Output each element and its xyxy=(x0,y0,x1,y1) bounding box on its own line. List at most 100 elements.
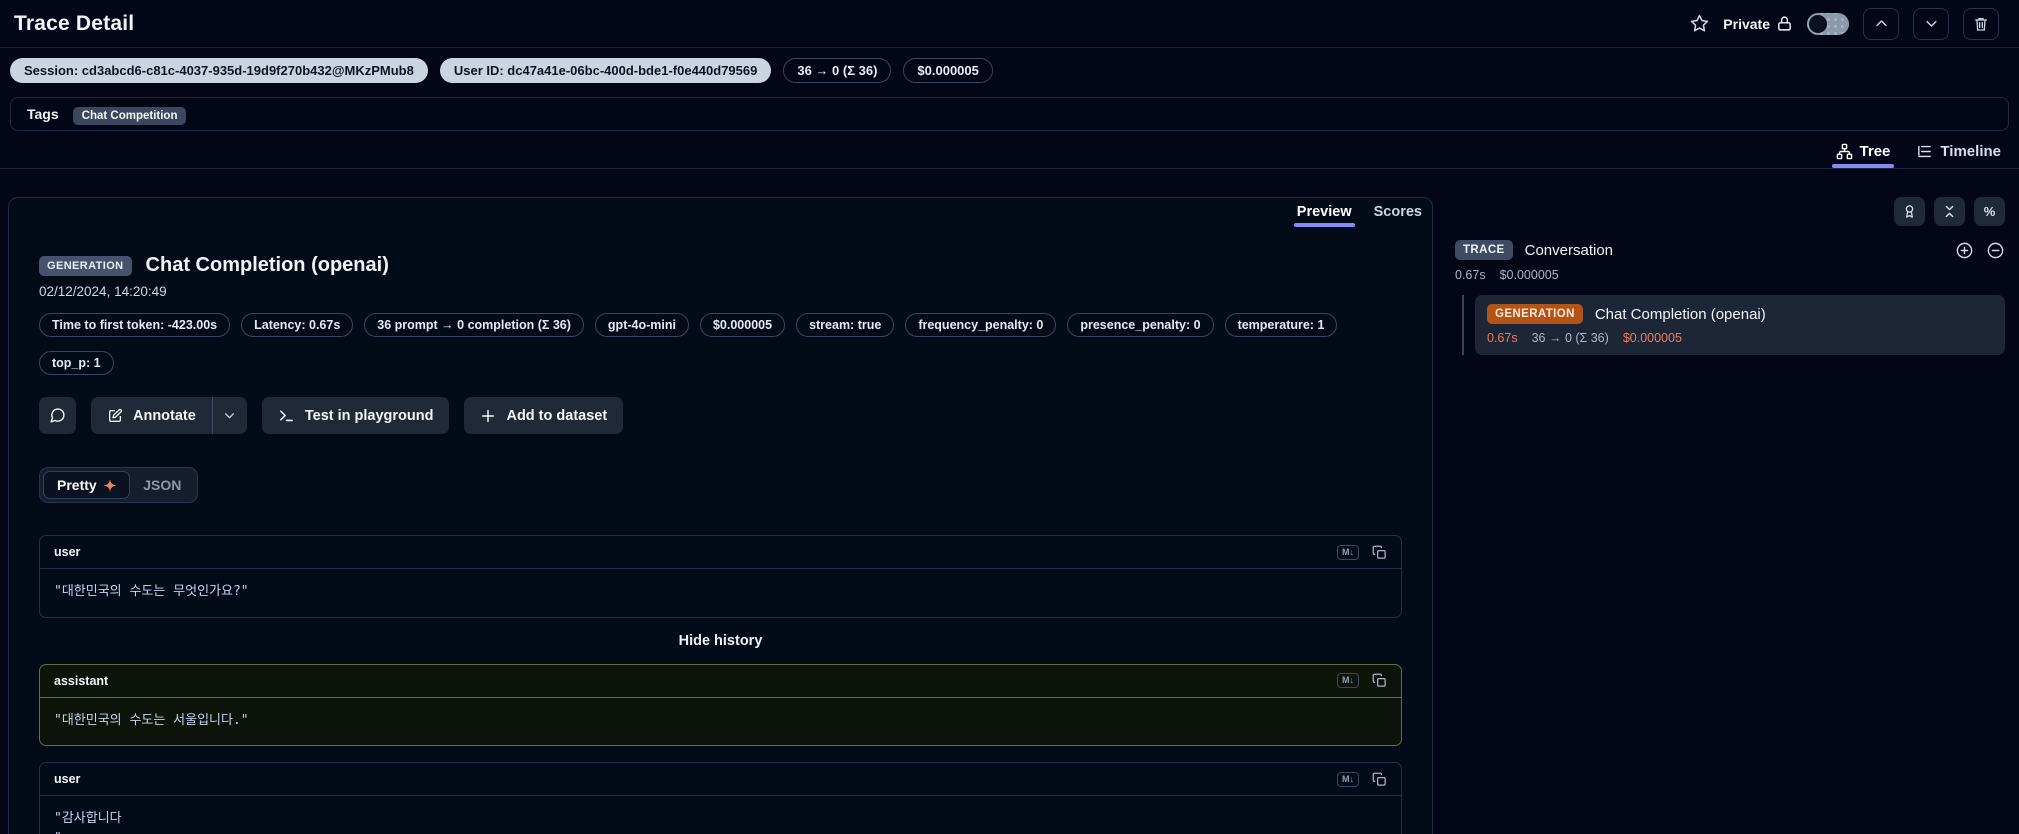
cost-badge: $0.000005 xyxy=(903,58,993,83)
chevron-down-icon xyxy=(223,409,236,422)
observation-body: GENERATION Chat Completion (openai) 02/1… xyxy=(9,198,1432,834)
chevron-down-icon xyxy=(1924,16,1939,31)
previous-trace-button[interactable] xyxy=(1863,7,1899,40)
terminal-icon xyxy=(278,407,295,424)
timeline-icon xyxy=(1916,143,1933,160)
privacy-toggle[interactable] xyxy=(1807,12,1849,35)
observation-timestamp: 02/12/2024, 14:20:49 xyxy=(39,284,167,299)
message-user-2: user M↓ "감사합니다 " xyxy=(39,762,1402,834)
tab-tree[interactable]: Tree xyxy=(1831,143,1895,168)
format-pretty-button[interactable]: Pretty ✦ xyxy=(43,471,131,499)
markdown-toggle-icon[interactable]: M↓ xyxy=(1337,771,1359,787)
session-badge[interactable]: Session: cd3abcd6-c81c-4037-935d-19d9f27… xyxy=(10,58,428,83)
format-json-button[interactable]: JSON xyxy=(130,472,194,498)
message-role: user xyxy=(54,772,81,786)
trash-icon xyxy=(1973,16,1989,32)
trace-metrics: 0.67s $0.000005 xyxy=(1455,268,2005,282)
copy-icon[interactable] xyxy=(1372,772,1387,787)
annotate-dropdown-button[interactable] xyxy=(213,397,247,434)
tab-timeline-label: Timeline xyxy=(1940,143,2001,160)
format-pretty-label: Pretty xyxy=(57,477,97,493)
node-latency: 0.67s xyxy=(1487,331,1518,345)
tab-timeline[interactable]: Timeline xyxy=(1916,143,2001,168)
observation-title-row: GENERATION Chat Completion (openai) xyxy=(39,254,1410,277)
generation-node[interactable]: GENERATION Chat Completion (openai) 0.67… xyxy=(1475,295,2005,355)
user-id-badge[interactable]: User ID: dc47a41e-06bc-400d-bde1-f0e440d… xyxy=(439,58,772,83)
collapse-all-button[interactable] xyxy=(1934,197,1965,226)
tree-guide-line xyxy=(1462,295,1464,355)
message-role: user xyxy=(54,545,81,559)
tree-toolbar: % xyxy=(1455,197,2005,226)
star-icon xyxy=(1690,14,1709,33)
scores-award-button[interactable] xyxy=(1894,197,1925,226)
message-assistant: assistant M↓ "대한민국의 수도는 서울입니다." xyxy=(39,663,1402,746)
markdown-toggle-icon[interactable]: M↓ xyxy=(1337,544,1359,560)
generation-node-metrics: 0.67s 36 → 0 (Σ 36) $0.000005 xyxy=(1487,331,1993,345)
test-in-playground-label: Test in playground xyxy=(304,407,434,424)
generation-type-badge: GENERATION xyxy=(39,255,132,276)
annotate-button[interactable]: Annotate xyxy=(91,397,212,434)
copy-icon[interactable] xyxy=(1372,545,1387,560)
metric-pill: presence_penalty: 0 xyxy=(1067,313,1214,337)
expand-all-button[interactable] xyxy=(1955,241,1974,260)
tab-preview[interactable]: Preview xyxy=(1293,204,1355,227)
observation-title: Chat Completion (openai) xyxy=(145,254,389,276)
markdown-toggle-icon[interactable]: M↓ xyxy=(1337,673,1359,688)
metric-pill: frequency_penalty: 0 xyxy=(905,313,1057,337)
trace-cost: $0.000005 xyxy=(1499,268,1559,282)
delete-trace-button[interactable] xyxy=(1963,7,1999,40)
message-header: user M↓ xyxy=(40,536,1401,569)
collapse-tree-button[interactable] xyxy=(1986,241,2005,260)
collapse-vertical-icon xyxy=(1942,204,1957,219)
toggle-metrics-button[interactable]: % xyxy=(1974,197,2005,226)
annotate-split-button: Annotate xyxy=(91,397,247,434)
observation-card: Preview Scores GENERATION Chat Completio… xyxy=(8,197,1433,834)
main-area: Preview Scores GENERATION Chat Completio… xyxy=(0,197,2019,834)
metric-pill: Time to first token: -423.00s xyxy=(39,313,231,337)
trace-latency: 0.67s xyxy=(1455,268,1486,282)
bookmark-star-button[interactable] xyxy=(1690,14,1709,33)
view-tabs: Tree Timeline xyxy=(0,131,2019,169)
privacy-label: Private xyxy=(1723,15,1770,32)
metric-pills-row-1: Time to first token: -423.00s Latency: 0.… xyxy=(39,313,1410,337)
trace-badge: TRACE xyxy=(1455,240,1513,260)
metric-pill: gpt-4o-mini xyxy=(594,313,689,337)
metric-pill: Latency: 0.67s xyxy=(241,313,354,337)
message-tools: M↓ xyxy=(1337,544,1387,560)
metric-pill: temperature: 1 xyxy=(1224,313,1338,337)
trace-meta-badges: Session: cd3abcd6-c81c-4037-935d-19d9f27… xyxy=(0,48,2019,83)
tag-chip[interactable]: Chat Competition xyxy=(72,107,187,125)
page-header: Trace Detail Private xyxy=(0,0,2019,48)
metric-pill: stream: true xyxy=(796,313,895,337)
header-actions: Private xyxy=(1690,7,1999,40)
message-content: "감사합니다 " xyxy=(54,811,122,834)
trace-title[interactable]: Conversation xyxy=(1525,242,1613,259)
tree-icon xyxy=(1836,143,1853,160)
tab-scores[interactable]: Scores xyxy=(1374,204,1422,227)
generation-node-name: Chat Completion (openai) xyxy=(1594,305,1766,323)
generation-badge: GENERATION xyxy=(1487,304,1583,324)
tag-list: Chat Competition xyxy=(72,106,187,125)
sparkles-icon: ✦ xyxy=(103,477,117,495)
award-icon xyxy=(1902,204,1917,219)
add-to-dataset-label: Add to dataset xyxy=(506,407,608,424)
token-usage-badge: 36 → 0 (Σ 36) xyxy=(783,58,892,83)
privacy-control: Private xyxy=(1723,15,1793,32)
node-tokens: 36 → 0 (Σ 36) xyxy=(1531,331,1609,345)
hide-history-link[interactable]: Hide history xyxy=(39,633,1402,649)
tags-bar: Tags Chat Competition xyxy=(10,97,2009,131)
add-to-dataset-button[interactable]: Add to dataset xyxy=(464,397,624,434)
test-in-playground-button[interactable]: Test in playground xyxy=(261,397,450,434)
page-title: Trace Detail xyxy=(14,11,135,35)
toggle-knob xyxy=(1809,14,1827,33)
comments-button[interactable] xyxy=(39,397,76,434)
actions-row: Annotate Test in playground Add to datas… xyxy=(39,397,1410,434)
plus-circle-icon xyxy=(1955,241,1974,260)
lock-icon xyxy=(1776,15,1793,32)
metric-pill: $0.000005 xyxy=(699,313,786,337)
tree-node-wrap: GENERATION Chat Completion (openai) 0.67… xyxy=(1455,295,2005,355)
metric-pill: top_p: 1 xyxy=(39,351,114,375)
next-trace-button[interactable] xyxy=(1913,7,1949,40)
edit-pen-icon xyxy=(107,408,123,424)
copy-icon[interactable] xyxy=(1372,673,1387,688)
